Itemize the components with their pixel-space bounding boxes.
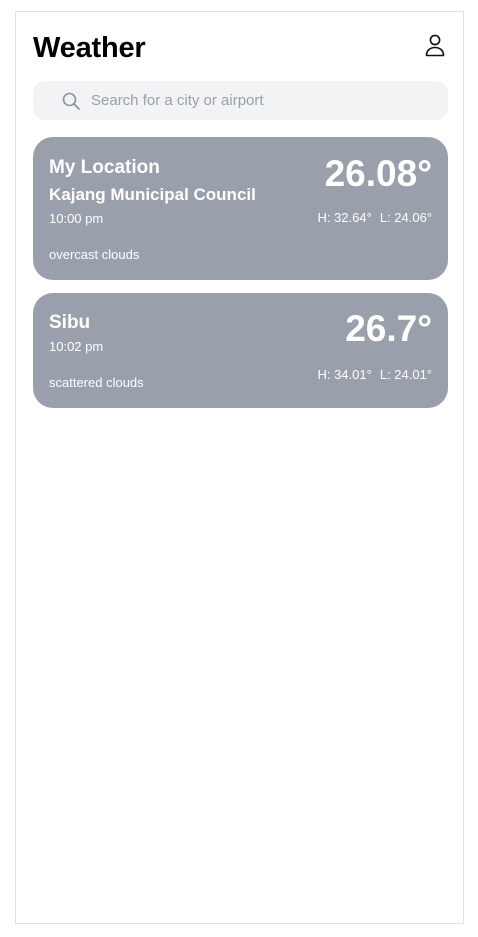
location-time: 10:00 pm (49, 211, 104, 226)
low-temperature: L: 24.01° (379, 367, 432, 382)
search-bar[interactable] (33, 81, 448, 120)
user-icon (424, 33, 446, 62)
app-frame: Weather My Location Kajang Municipal Cou… (15, 11, 464, 924)
high-low-temperature: H: 34.01° L: 24.01° (317, 367, 432, 383)
location-subtitle: Kajang Municipal Council (49, 185, 256, 204)
weather-description: scattered clouds (49, 375, 144, 390)
high-temperature: H: 34.01° (317, 367, 372, 382)
low-temperature: L: 24.06° (379, 210, 432, 225)
location-card-my-location[interactable]: My Location Kajang Municipal Council 10:… (33, 137, 448, 280)
search-icon (61, 91, 81, 111)
search-input[interactable] (91, 81, 431, 120)
profile-button[interactable] (422, 34, 448, 60)
temperature: 26.08° (324, 153, 432, 194)
header: Weather (33, 30, 448, 70)
location-name: Sibu (49, 312, 91, 333)
page-title: Weather (33, 32, 146, 64)
high-low-temperature: H: 32.64° L: 24.06° (317, 210, 432, 226)
location-card-sibu[interactable]: Sibu 10:02 pm scattered clouds 26.7° H: … (33, 293, 448, 408)
location-name: My Location (49, 157, 160, 178)
temperature: 26.7° (345, 308, 432, 349)
weather-description: overcast clouds (49, 247, 140, 262)
location-time: 10:02 pm (49, 339, 104, 354)
high-temperature: H: 32.64° (317, 210, 372, 225)
